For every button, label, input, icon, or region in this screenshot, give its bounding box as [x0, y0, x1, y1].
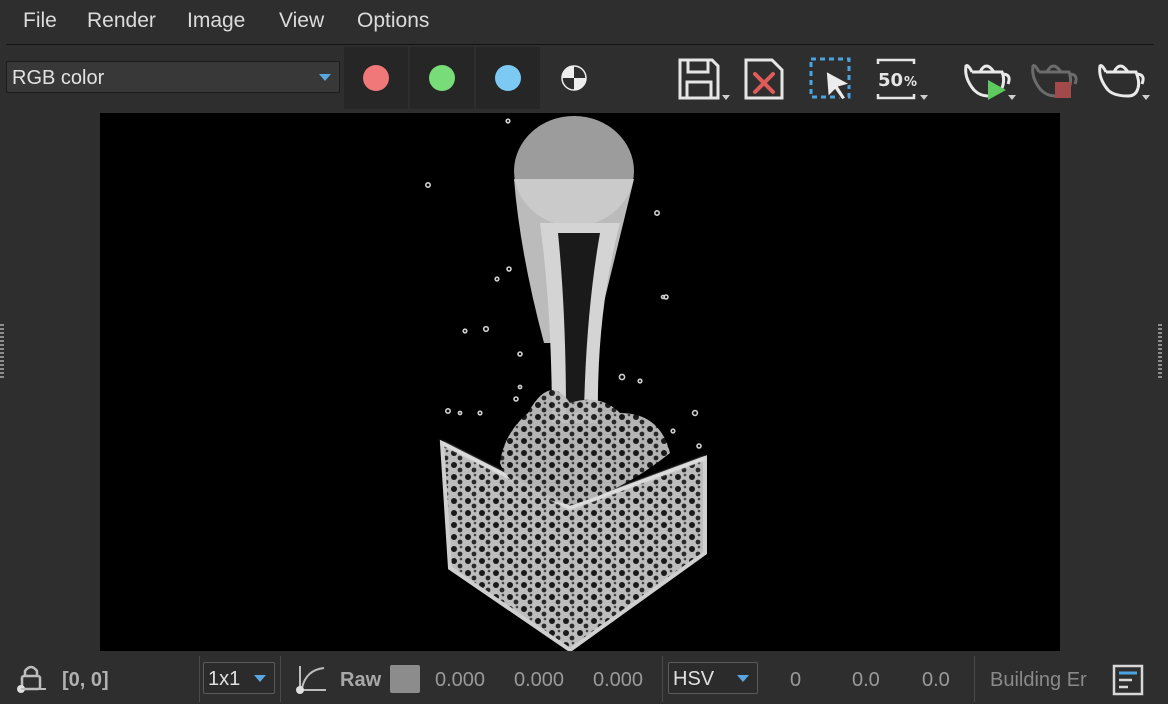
teapot-stop-icon	[1031, 64, 1078, 98]
menu-file[interactable]: File	[23, 9, 57, 33]
blue-value: 0.000	[593, 669, 644, 691]
save-options-arrow-icon	[722, 95, 730, 100]
log-panel-icon[interactable]	[1112, 664, 1144, 696]
zoom-options-arrow-icon	[920, 95, 928, 100]
region-select-button[interactable]	[806, 54, 862, 104]
region-zoom-button[interactable]: 50 %	[872, 54, 928, 104]
pixel-coordinates: [0, 0]	[62, 669, 109, 691]
status-separator	[199, 656, 200, 702]
color-space-dropdown[interactable]: HSV	[668, 662, 758, 694]
render-viewport[interactable]	[100, 113, 1060, 651]
menu-view[interactable]: View	[279, 9, 324, 33]
render-button[interactable]	[960, 54, 1016, 104]
channel-dropdown[interactable]: RGB color	[6, 61, 340, 93]
svg-text:%: %	[904, 75, 917, 90]
chevron-down-icon	[737, 675, 749, 682]
red-dot-icon	[363, 65, 389, 91]
clear-image-button[interactable]	[740, 54, 796, 104]
rendered-image	[424, 116, 707, 651]
menu-image[interactable]: Image	[187, 9, 245, 33]
chevron-down-icon	[254, 675, 266, 682]
region-cursor-icon	[809, 57, 853, 101]
clear-image-icon	[744, 58, 784, 100]
chevron-down-icon	[319, 74, 331, 81]
menu-divider	[6, 44, 1154, 45]
value-value: 0.0	[922, 669, 950, 691]
status-separator	[974, 656, 975, 702]
blue-dot-icon	[495, 65, 521, 91]
render-last-button[interactable]	[1094, 54, 1150, 104]
blue-channel-button[interactable]	[476, 47, 540, 109]
hue-value: 0	[790, 669, 802, 691]
render-options-arrow-icon	[1008, 95, 1016, 100]
green-value: 0.000	[514, 669, 565, 691]
green-channel-button[interactable]	[410, 47, 474, 109]
stop-render-button[interactable]	[1027, 54, 1083, 104]
green-dot-icon	[429, 65, 455, 91]
status-bar: [0, 0] 1x1 Raw 0.000 0.000 0.000 HSV 0 0…	[0, 654, 1168, 704]
sampling-dropdown[interactable]: 1x1	[203, 662, 275, 694]
left-panel-grip[interactable]	[0, 324, 4, 378]
menu-render[interactable]: Render	[87, 9, 156, 33]
status-message: Building Er	[990, 669, 1087, 691]
save-image-button[interactable]	[674, 54, 730, 104]
red-value: 0.000	[435, 669, 486, 691]
red-channel-button[interactable]	[344, 47, 408, 109]
saturation-value: 0.0	[852, 669, 880, 691]
color-curve-icon[interactable]	[292, 662, 332, 696]
toolbar: RGB color 50 %	[0, 46, 1168, 110]
menu-bar: File Render Image View Options	[0, 0, 1168, 44]
channel-dropdown-value: RGB color	[12, 67, 105, 89]
alpha-contrast-icon	[561, 65, 587, 91]
color-space-dropdown-value: HSV	[673, 668, 715, 690]
status-separator	[280, 656, 281, 702]
sampling-dropdown-value: 1x1	[208, 668, 241, 690]
status-separator	[662, 656, 663, 702]
alpha-channel-button[interactable]	[542, 47, 606, 109]
menu-options[interactable]: Options	[357, 9, 429, 33]
raw-label: Raw	[340, 669, 382, 691]
color-swatch	[390, 665, 420, 693]
region-zoom-label: 50	[878, 70, 903, 91]
right-panel-grip[interactable]	[1158, 324, 1162, 378]
render-last-arrow-icon	[1142, 95, 1150, 100]
lock-icon[interactable]	[14, 662, 50, 696]
